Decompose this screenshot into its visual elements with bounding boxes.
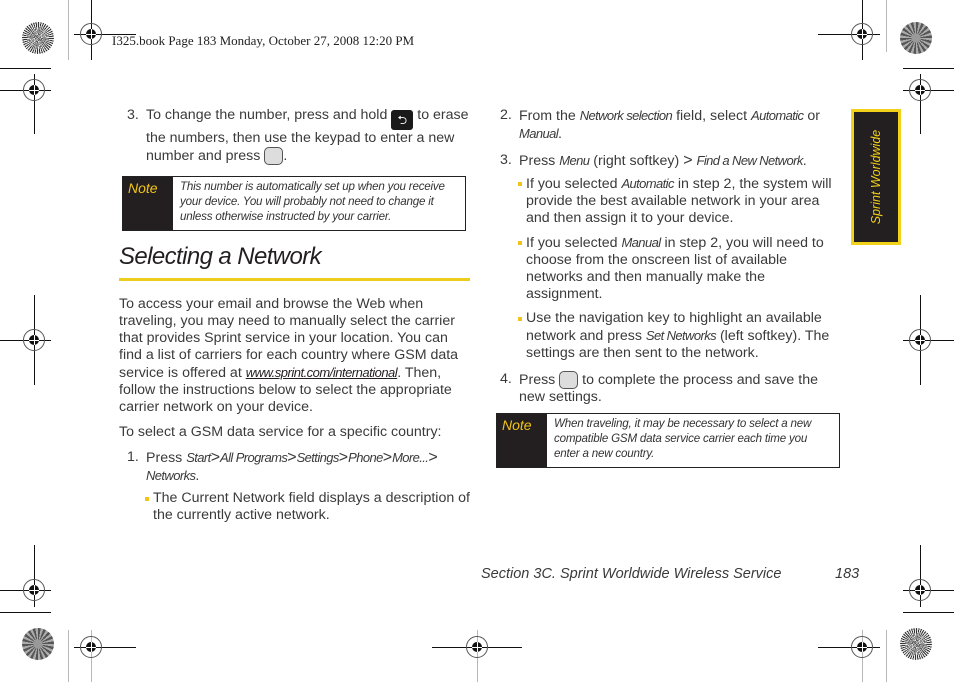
color-rosette-icon — [900, 22, 932, 54]
side-tab-label: Sprint Worldwide — [869, 129, 883, 225]
registration-mark-icon — [466, 636, 488, 658]
registration-mark-icon — [23, 329, 45, 351]
trim-line — [68, 0, 69, 60]
registration-mark-icon — [80, 636, 102, 658]
step-number: 4. — [500, 371, 512, 387]
menu-path-start: Start — [186, 450, 211, 465]
registration-mark-icon — [851, 23, 873, 45]
bullet-square-icon — [518, 182, 522, 186]
note-text: When traveling, it may be necessary to s… — [554, 417, 812, 460]
page-number: 183 — [835, 566, 860, 582]
step-4-save-settings: 4. Press to complete the process and sav… — [500, 371, 818, 405]
crop-line — [0, 68, 51, 69]
menu-path-networks: Networks — [146, 468, 196, 483]
crop-line — [903, 68, 954, 69]
right-column: 2. From the Network selection field, sel… — [492, 107, 842, 415]
menu-path-phone: Phone — [348, 450, 383, 465]
step-number: 2. — [500, 107, 512, 123]
bullet-item: Use the navigation key to highlight an a… — [492, 310, 842, 362]
registration-mark-icon — [909, 329, 931, 351]
registration-mark-icon — [909, 79, 931, 101]
step-3-find-network: 3. Press Menu (right softkey) > Find a N… — [500, 152, 807, 169]
trim-line — [68, 630, 69, 682]
registration-mark-icon — [851, 636, 873, 658]
international-link[interactable]: www.sprint.com/international — [246, 365, 398, 380]
bullet-item: The Current Network field displays a des… — [119, 490, 474, 524]
crop-line — [0, 612, 51, 613]
color-rosette-icon — [900, 628, 932, 660]
step-1-list: 1. Press Start>All Programs>Settings>Pho… — [119, 449, 474, 531]
step-1-press-path: 1. Press Start>All Programs>Settings>Pho… — [127, 449, 438, 484]
note-box: Note When traveling, it may be necessary… — [496, 413, 840, 468]
trim-line — [886, 0, 887, 52]
back-key-icon: ⮌ — [391, 110, 414, 130]
registration-mark-icon — [23, 579, 45, 601]
note-text: This number is automatically set up when… — [180, 180, 445, 223]
step-2-network-selection: 2. From the Network selection field, sel… — [500, 107, 820, 142]
crop-line — [903, 612, 954, 613]
footer-section-title: Section 3C. Sprint Worldwide Wireless Se… — [481, 566, 782, 582]
color-rosette-icon — [22, 628, 54, 660]
bullet-square-icon — [518, 241, 522, 245]
lead-in: To select a GSM data service for a speci… — [119, 424, 442, 440]
intro-paragraph: To access your email and browse the Web … — [119, 296, 459, 415]
step-3-change-number: 3. To change the number, press and hold … — [127, 107, 469, 165]
section-side-tab: Sprint Worldwide — [851, 109, 901, 245]
ok-key-icon — [559, 371, 579, 389]
left-column: 3. To change the number, press and hold … — [119, 107, 469, 174]
menu-path-settings: Settings — [296, 450, 340, 465]
bullet-square-icon — [145, 497, 149, 501]
registration-mark-icon — [80, 23, 102, 45]
registration-mark-icon — [23, 79, 45, 101]
note-box: Note This number is automatically set up… — [122, 176, 466, 231]
bullet-item: If you selected Automatic in step 2, the… — [492, 175, 842, 227]
ok-key-icon — [264, 147, 284, 165]
trim-line — [886, 630, 887, 682]
color-rosette-icon — [22, 22, 54, 54]
registration-mark-icon — [909, 579, 931, 601]
step-number: 3. — [500, 152, 512, 168]
note-label: Note — [123, 177, 173, 230]
title-underline — [119, 278, 470, 281]
bullet-square-icon — [518, 317, 522, 321]
step-number: 3. — [127, 107, 139, 123]
print-header: I325.book Page 183 Monday, October 27, 2… — [112, 33, 415, 48]
menu-path-more: More... — [392, 450, 429, 465]
step-number: 1. — [127, 449, 139, 465]
section-title: Selecting a Network — [119, 243, 322, 270]
note-label: Note — [497, 414, 547, 467]
bullet-item: If you selected Manual in step 2, you wi… — [492, 234, 842, 303]
menu-path-all-programs: All Programs — [220, 450, 288, 465]
